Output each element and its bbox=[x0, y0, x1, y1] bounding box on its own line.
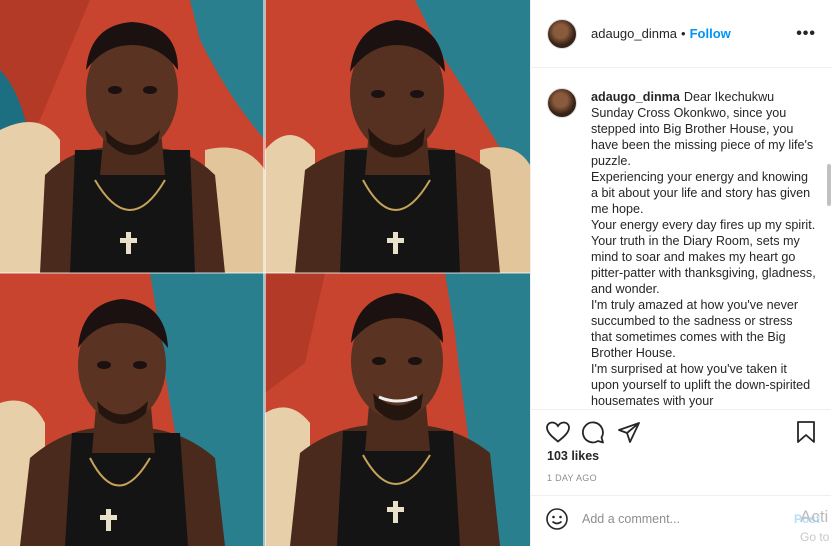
post-image[interactable] bbox=[0, 0, 530, 546]
post-timestamp[interactable]: 1 DAY AGO bbox=[547, 473, 597, 483]
windows-activation-watermark: Acti Go to bbox=[800, 506, 829, 548]
comment-box: Add a comment... Post bbox=[531, 495, 831, 547]
author-username[interactable]: adaugo_dinma bbox=[591, 26, 677, 41]
action-bar bbox=[531, 409, 831, 444]
header-separator: • bbox=[681, 26, 686, 41]
post-side-panel: adaugo_dinma • Follow ••• adaugo_dinma De… bbox=[530, 0, 832, 546]
watermark-line-2: Go to bbox=[800, 530, 830, 544]
follow-button[interactable]: Follow bbox=[690, 26, 731, 41]
post-header: adaugo_dinma • Follow ••• bbox=[531, 0, 832, 68]
likes-count[interactable]: 103 likes bbox=[547, 449, 599, 463]
watermark-line-1: Acti bbox=[800, 507, 829, 526]
photo-tile-top-left bbox=[0, 0, 265, 273]
caption-body: Dear Ikechukwu Sunday Cross Okonkwo, sin… bbox=[591, 90, 816, 408]
heart-outline-icon[interactable] bbox=[545, 420, 571, 444]
photo-tile-bottom-right bbox=[265, 273, 530, 546]
caption-author[interactable]: adaugo_dinma bbox=[591, 90, 680, 104]
comment-input[interactable]: Add a comment... bbox=[582, 512, 680, 526]
bookmark-icon[interactable] bbox=[795, 420, 817, 444]
caption-text-block: adaugo_dinma Dear Ikechukwu Sunday Cross … bbox=[591, 89, 817, 409]
caption-area[interactable]: adaugo_dinma Dear Ikechukwu Sunday Cross … bbox=[531, 69, 831, 409]
smiley-icon[interactable] bbox=[545, 507, 569, 531]
photo-tile-top-right bbox=[265, 0, 530, 273]
author-avatar[interactable] bbox=[547, 18, 577, 49]
paper-plane-icon[interactable] bbox=[617, 420, 641, 444]
caption-author-avatar[interactable] bbox=[547, 88, 577, 118]
more-options-icon[interactable]: ••• bbox=[796, 25, 816, 43]
photo-tile-bottom-left bbox=[0, 273, 265, 546]
speech-bubble-icon[interactable] bbox=[581, 420, 605, 444]
collage-divider-horizontal bbox=[0, 272, 530, 274]
caption-scrollbar[interactable] bbox=[827, 164, 831, 206]
